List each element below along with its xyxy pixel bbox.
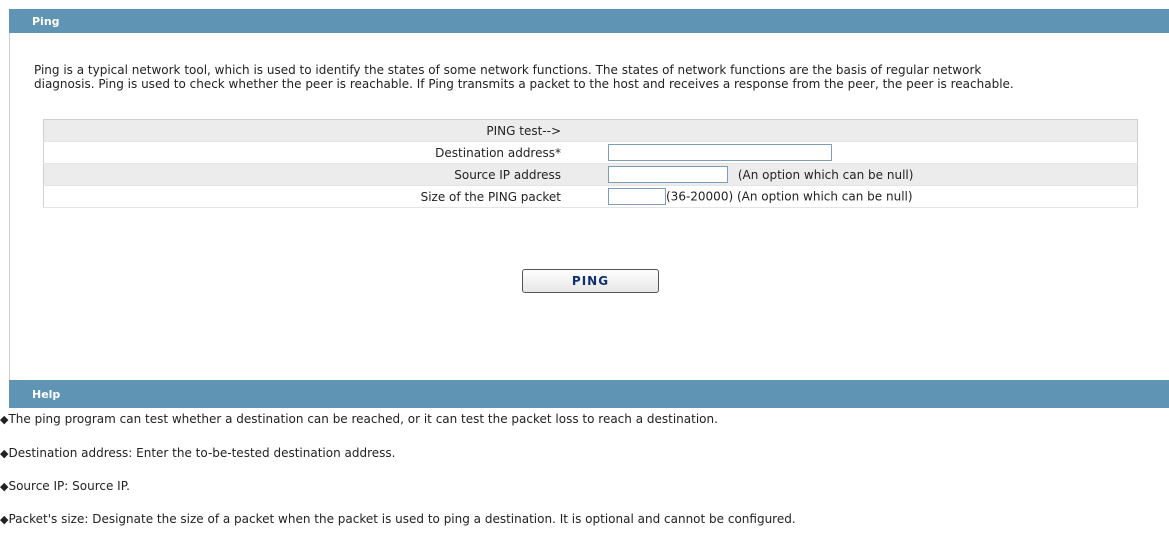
help-text: Packet's size: Designate the size of a p…	[8, 512, 796, 526]
source-ip-row: Source IP address (An option which can b…	[43, 163, 1138, 186]
ping-panel-title: Ping	[32, 15, 60, 28]
help-text: Destination address: Enter the to-be-tes…	[8, 446, 396, 460]
packet-size-input[interactable]	[608, 188, 666, 205]
form-header-row: PING test-->	[43, 119, 1138, 142]
ping-button[interactable]: PING	[522, 269, 659, 293]
packet-size-row: Size of the PING packet (36-20000) (An o…	[43, 185, 1138, 208]
source-ip-hint: (An option which can be null)	[737, 167, 914, 182]
help-item: ◆Source IP: Source IP.	[0, 479, 130, 493]
ping-description-line-1: Ping is a typical network tool, which is…	[34, 63, 982, 77]
help-item: ◆The ping program can test whether a des…	[0, 412, 718, 426]
ping-description: Ping is a typical network tool, which is…	[34, 63, 1154, 91]
form-header: PING test-->	[43, 119, 591, 142]
help-panel-title: Help	[32, 388, 61, 401]
ping-description-line-2: diagnosis. Ping is used to check whether…	[34, 77, 1014, 91]
help-text: Source IP: Source IP.	[8, 479, 130, 493]
help-text: The ping program can test whether a dest…	[8, 412, 718, 426]
source-ip-input[interactable]	[608, 166, 728, 183]
destination-row: Destination address*	[43, 141, 1138, 164]
ping-panel-header: Ping	[9, 9, 1169, 33]
destination-address-input[interactable]	[608, 144, 832, 161]
panel-left-border	[9, 33, 10, 380]
packet-size-hint: (36-20000) (An option which can be null)	[666, 189, 913, 204]
help-panel-header: Help	[9, 380, 1169, 408]
help-item: ◆Packet's size: Designate the size of a …	[0, 512, 796, 526]
source-ip-label: Source IP address	[43, 163, 591, 186]
ping-settings-table: PING test--> Destination address* Source…	[43, 119, 1138, 208]
packet-size-label: Size of the PING packet	[43, 185, 591, 208]
help-item: ◆Destination address: Enter the to-be-te…	[0, 446, 395, 460]
destination-label: Destination address*	[43, 141, 591, 164]
